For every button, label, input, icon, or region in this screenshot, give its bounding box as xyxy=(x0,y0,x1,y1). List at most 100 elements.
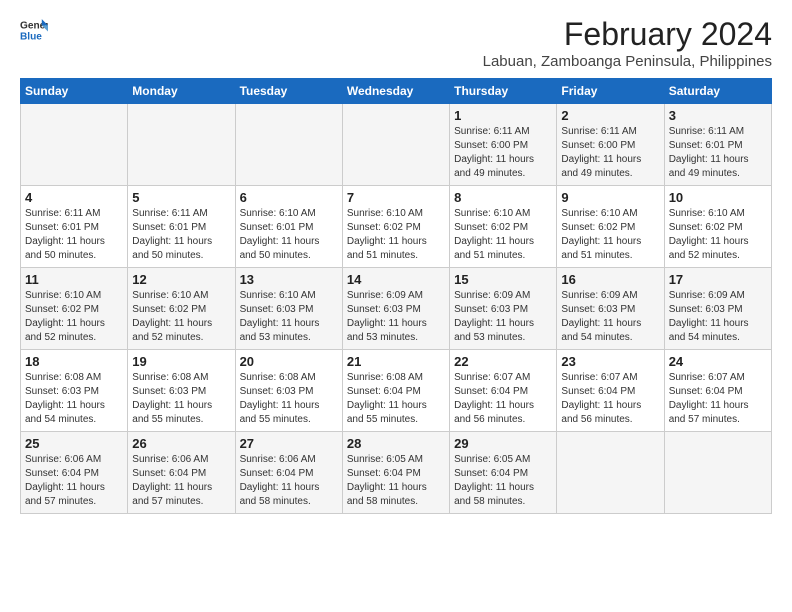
calendar-cell: 4 Sunrise: 6:11 AM Sunset: 6:01 PM Daylig… xyxy=(21,186,128,268)
calendar-week-2: 4 Sunrise: 6:11 AM Sunset: 6:01 PM Daylig… xyxy=(21,186,772,268)
calendar-cell: 1 Sunrise: 6:11 AM Sunset: 6:00 PM Daylig… xyxy=(450,104,557,186)
cell-info: Sunrise: 6:11 AM Sunset: 6:01 PM Dayligh… xyxy=(669,125,767,181)
svg-text:Blue: Blue xyxy=(20,31,42,42)
calendar-cell: 16 Sunrise: 6:09 AM Sunset: 6:03 PM Dayli… xyxy=(557,268,664,350)
title-section: February 2024 Labuan, Zamboanga Peninsul… xyxy=(483,16,772,70)
calendar-cell xyxy=(235,104,342,186)
cell-info: Sunrise: 6:07 AM Sunset: 6:04 PM Dayligh… xyxy=(454,371,552,427)
cell-info: Sunrise: 6:11 AM Sunset: 6:01 PM Dayligh… xyxy=(25,207,123,263)
calendar-cell: 9Sunrise: 6:10 AM Sunset: 6:02 PM Daylig… xyxy=(557,186,664,268)
calendar-cell: 19 Sunrise: 6:08 AM Sunset: 6:03 PM Dayli… xyxy=(128,350,235,432)
cell-info: Sunrise: 6:09 AM Sunset: 6:03 PM Dayligh… xyxy=(669,289,767,345)
day-number: 29 xyxy=(454,436,552,451)
calendar-cell: 10 Sunrise: 6:10 AM Sunset: 6:02 PM Dayli… xyxy=(664,186,771,268)
day-number: 11 xyxy=(25,272,123,287)
cell-info: Sunrise: 6:10 AM Sunset: 6:02 PM Dayligh… xyxy=(25,289,123,345)
cell-info: Sunrise: 6:06 AM Sunset: 6:04 PM Dayligh… xyxy=(132,453,230,509)
calendar-header: SundayMondayTuesdayWednesdayThursdayFrid… xyxy=(21,79,772,104)
header-day-saturday: Saturday xyxy=(664,79,771,104)
calendar-week-1: 1 Sunrise: 6:11 AM Sunset: 6:00 PM Daylig… xyxy=(21,104,772,186)
cell-info: Sunrise: 6:10 AM Sunset: 6:02 PM Dayligh… xyxy=(454,207,552,263)
day-number: 15 xyxy=(454,272,552,287)
cell-info: Sunrise: 6:09 AM Sunset: 6:03 PM Dayligh… xyxy=(561,289,659,345)
day-number: 14 xyxy=(347,272,445,287)
day-number: 4 xyxy=(25,190,123,205)
day-number: 10 xyxy=(669,190,767,205)
cell-info: Sunrise: 6:08 AM Sunset: 6:03 PM Dayligh… xyxy=(132,371,230,427)
calendar-cell: 25 Sunrise: 6:06 AM Sunset: 6:04 PM Dayli… xyxy=(21,432,128,514)
calendar-cell: 21Sunrise: 6:08 AM Sunset: 6:04 PM Dayli… xyxy=(342,350,449,432)
header-day-monday: Monday xyxy=(128,79,235,104)
header: General Blue February 2024 Labuan, Zambo… xyxy=(20,16,772,70)
day-number: 16 xyxy=(561,272,659,287)
day-number: 7 xyxy=(347,190,445,205)
calendar-cell xyxy=(128,104,235,186)
calendar-cell xyxy=(342,104,449,186)
day-number: 12 xyxy=(132,272,230,287)
calendar-cell: 23 Sunrise: 6:07 AM Sunset: 6:04 PM Dayli… xyxy=(557,350,664,432)
cell-info: Sunrise: 6:11 AM Sunset: 6:00 PM Dayligh… xyxy=(454,125,552,181)
cell-info: Sunrise: 6:10 AM Sunset: 6:02 PM Dayligh… xyxy=(669,207,767,263)
calendar-body: 1 Sunrise: 6:11 AM Sunset: 6:00 PM Daylig… xyxy=(21,104,772,514)
day-number: 28 xyxy=(347,436,445,451)
calendar-cell xyxy=(21,104,128,186)
day-number: 23 xyxy=(561,354,659,369)
calendar-cell: 8 Sunrise: 6:10 AM Sunset: 6:02 PM Daylig… xyxy=(450,186,557,268)
calendar-cell: 26Sunrise: 6:06 AM Sunset: 6:04 PM Dayli… xyxy=(128,432,235,514)
calendar-cell: 29 Sunrise: 6:05 AM Sunset: 6:04 PM Dayli… xyxy=(450,432,557,514)
day-number: 18 xyxy=(25,354,123,369)
cell-info: Sunrise: 6:09 AM Sunset: 6:03 PM Dayligh… xyxy=(454,289,552,345)
day-number: 25 xyxy=(25,436,123,451)
logo-icon: General Blue xyxy=(20,16,48,44)
day-number: 1 xyxy=(454,108,552,123)
calendar-cell: 6Sunrise: 6:10 AM Sunset: 6:01 PM Daylig… xyxy=(235,186,342,268)
calendar-cell: 13Sunrise: 6:10 AM Sunset: 6:03 PM Dayli… xyxy=(235,268,342,350)
day-number: 22 xyxy=(454,354,552,369)
calendar-cell: 27 Sunrise: 6:06 AM Sunset: 6:04 PM Dayli… xyxy=(235,432,342,514)
day-number: 5 xyxy=(132,190,230,205)
cell-info: Sunrise: 6:07 AM Sunset: 6:04 PM Dayligh… xyxy=(561,371,659,427)
day-number: 3 xyxy=(669,108,767,123)
day-number: 21 xyxy=(347,354,445,369)
cell-info: Sunrise: 6:08 AM Sunset: 6:03 PM Dayligh… xyxy=(240,371,338,427)
header-day-thursday: Thursday xyxy=(450,79,557,104)
cell-info: Sunrise: 6:05 AM Sunset: 6:04 PM Dayligh… xyxy=(347,453,445,509)
calendar-week-4: 18 Sunrise: 6:08 AM Sunset: 6:03 PM Dayli… xyxy=(21,350,772,432)
day-number: 27 xyxy=(240,436,338,451)
cell-info: Sunrise: 6:10 AM Sunset: 6:02 PM Dayligh… xyxy=(347,207,445,263)
header-day-friday: Friday xyxy=(557,79,664,104)
calendar-cell: 22 Sunrise: 6:07 AM Sunset: 6:04 PM Dayli… xyxy=(450,350,557,432)
day-number: 24 xyxy=(669,354,767,369)
calendar-cell: 7 Sunrise: 6:10 AM Sunset: 6:02 PM Daylig… xyxy=(342,186,449,268)
calendar-cell xyxy=(557,432,664,514)
day-number: 13 xyxy=(240,272,338,287)
calendar-cell: 24Sunrise: 6:07 AM Sunset: 6:04 PM Dayli… xyxy=(664,350,771,432)
calendar-cell: 17 Sunrise: 6:09 AM Sunset: 6:03 PM Dayli… xyxy=(664,268,771,350)
cell-info: Sunrise: 6:10 AM Sunset: 6:02 PM Dayligh… xyxy=(132,289,230,345)
calendar-cell: 28 Sunrise: 6:05 AM Sunset: 6:04 PM Dayli… xyxy=(342,432,449,514)
calendar-table: SundayMondayTuesdayWednesdayThursdayFrid… xyxy=(20,78,772,514)
cell-info: Sunrise: 6:05 AM Sunset: 6:04 PM Dayligh… xyxy=(454,453,552,509)
day-number: 19 xyxy=(132,354,230,369)
header-day-tuesday: Tuesday xyxy=(235,79,342,104)
day-number: 8 xyxy=(454,190,552,205)
subtitle: Labuan, Zamboanga Peninsula, Philippines xyxy=(483,53,772,70)
day-number: 17 xyxy=(669,272,767,287)
cell-info: Sunrise: 6:06 AM Sunset: 6:04 PM Dayligh… xyxy=(240,453,338,509)
cell-info: Sunrise: 6:11 AM Sunset: 6:00 PM Dayligh… xyxy=(561,125,659,181)
day-number: 2 xyxy=(561,108,659,123)
calendar-cell xyxy=(664,432,771,514)
calendar-cell: 15 Sunrise: 6:09 AM Sunset: 6:03 PM Dayli… xyxy=(450,268,557,350)
calendar-cell: 2 Sunrise: 6:11 AM Sunset: 6:00 PM Daylig… xyxy=(557,104,664,186)
logo: General Blue xyxy=(20,16,48,44)
calendar-cell: 3 Sunrise: 6:11 AM Sunset: 6:01 PM Daylig… xyxy=(664,104,771,186)
header-day-sunday: Sunday xyxy=(21,79,128,104)
cell-info: Sunrise: 6:06 AM Sunset: 6:04 PM Dayligh… xyxy=(25,453,123,509)
calendar-cell: 11 Sunrise: 6:10 AM Sunset: 6:02 PM Dayli… xyxy=(21,268,128,350)
calendar-cell: 18 Sunrise: 6:08 AM Sunset: 6:03 PM Dayli… xyxy=(21,350,128,432)
cell-info: Sunrise: 6:11 AM Sunset: 6:01 PM Dayligh… xyxy=(132,207,230,263)
calendar-cell: 5 Sunrise: 6:11 AM Sunset: 6:01 PM Daylig… xyxy=(128,186,235,268)
calendar-week-5: 25 Sunrise: 6:06 AM Sunset: 6:04 PM Dayli… xyxy=(21,432,772,514)
calendar-week-3: 11 Sunrise: 6:10 AM Sunset: 6:02 PM Dayli… xyxy=(21,268,772,350)
cell-info: Sunrise: 6:08 AM Sunset: 6:03 PM Dayligh… xyxy=(25,371,123,427)
